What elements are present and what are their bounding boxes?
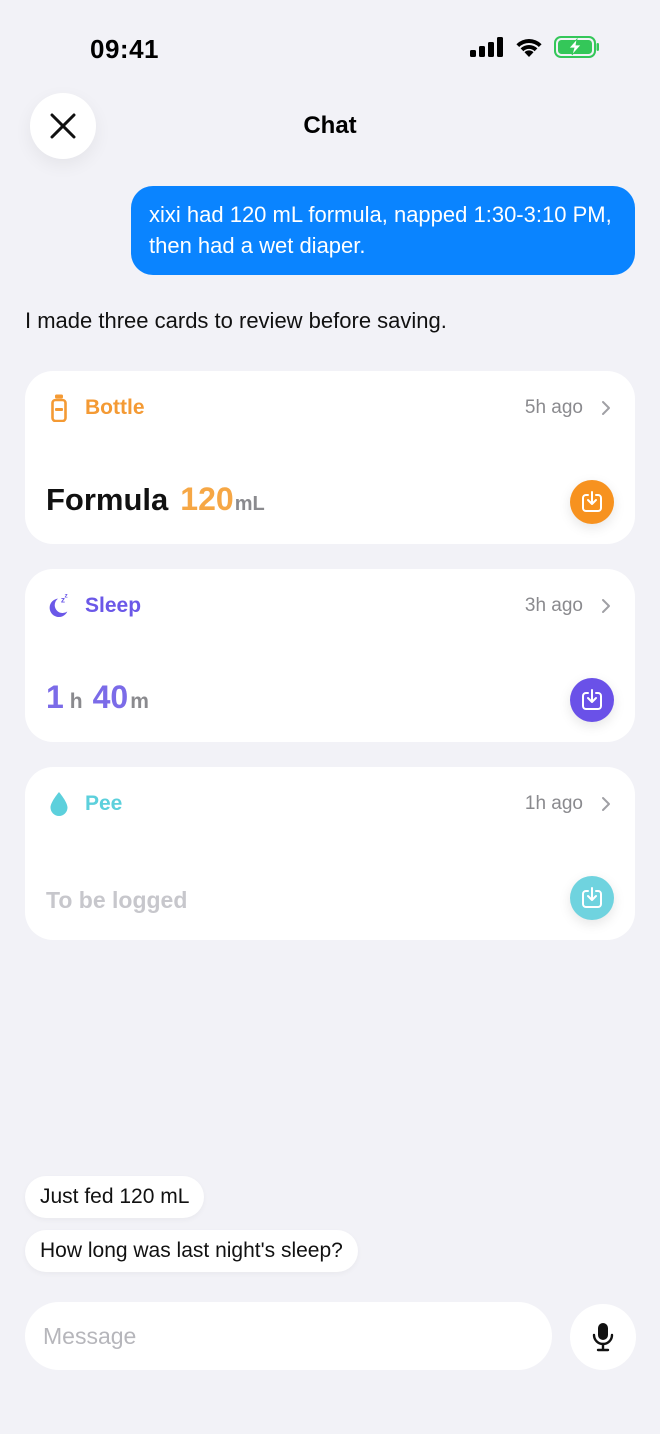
download-icon [582,491,602,512]
microphone-icon [592,1323,614,1352]
chevron-right-icon[interactable] [599,595,613,617]
card-time: 5h ago [524,397,583,418]
chevron-right-icon[interactable] [599,397,613,419]
chevron-right-icon[interactable] [599,793,613,815]
pending-status: To be logged [46,887,188,913]
sleep-minutes: 40 [92,679,129,715]
download-icon [582,689,602,710]
feed-type: Formula [46,482,169,517]
bottle-detail: Formula 120 mL [46,481,265,518]
message-input[interactable] [25,1302,552,1370]
card-time: 3h ago [524,595,583,616]
card-header: Pee 1h ago [47,789,613,819]
feed-amount: 120 [180,481,234,517]
assistant-message: I made three cards to review before savi… [25,308,447,333]
sleep-duration: 1 h 40 m [46,679,149,716]
battery-charging-icon [554,36,599,58]
svg-text:z: z [65,593,68,600]
card-label: Sleep [85,594,142,617]
page-title: Chat [303,112,357,139]
sleep-hours: 1 [46,679,64,715]
status-bar: 09:41 [0,0,660,96]
status-icons [470,36,600,58]
feed-unit: mL [234,493,265,515]
save-pee-button[interactable] [570,876,614,920]
microphone-button[interactable] [570,1304,636,1370]
card-header: Bottle 5h ago [47,393,613,423]
cellular-signal-icon [470,37,503,57]
card-label: Pee [85,792,123,815]
moon-zzz-icon: z z [47,592,71,620]
download-icon [582,887,602,908]
wifi-icon [516,39,542,57]
hours-unit: h [69,690,83,713]
card-time: 1h ago [524,793,583,814]
card-header: z z Sleep 3h ago [47,591,613,621]
bottle-icon [47,394,71,422]
droplet-icon [47,790,71,818]
status-time: 09:41 [90,34,159,64]
save-sleep-button[interactable] [570,678,614,722]
card-label: Bottle [85,396,145,419]
minutes-unit: m [130,690,149,713]
pee-detail: To be logged [46,887,187,914]
bottle-card[interactable]: Bottle 5h ago Formula 120 mL [25,371,635,544]
sleep-card[interactable]: z z Sleep 3h ago 1 h 40 m [25,569,635,742]
pee-card[interactable]: Pee 1h ago To be logged [25,767,635,940]
suggestion-chip[interactable]: How long was last night's sleep? [25,1230,358,1272]
user-message-bubble: xixi had 120 mL formula, napped 1:30-3:1… [131,186,635,275]
save-bottle-button[interactable] [570,480,614,524]
suggestion-chip[interactable]: Just fed 120 mL [25,1176,205,1218]
